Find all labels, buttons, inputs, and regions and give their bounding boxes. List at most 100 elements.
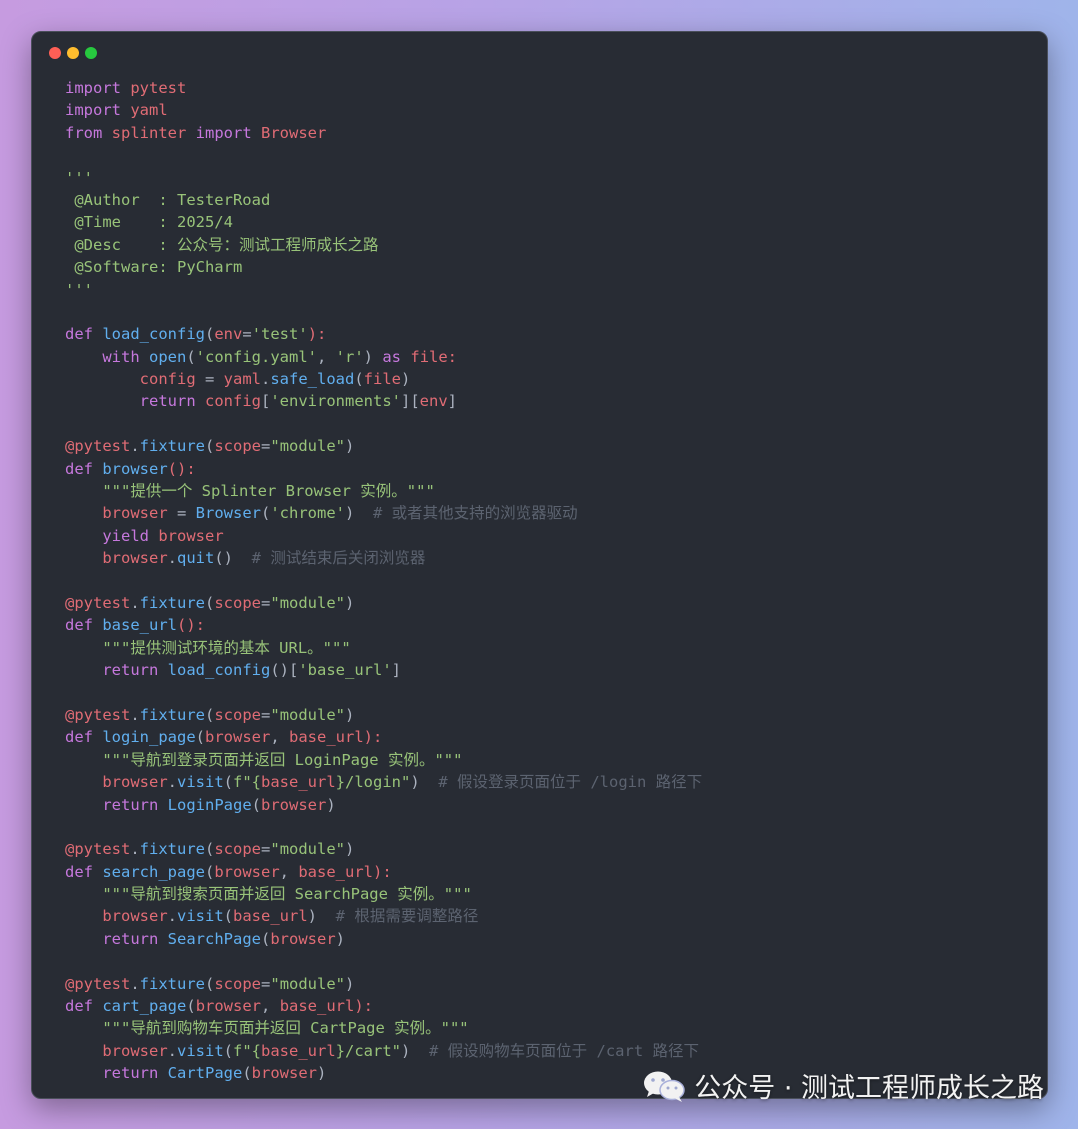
code-token: f"{ (233, 1041, 262, 1060)
code-line: @pytest.fixture(scope="module") (65, 592, 1037, 614)
code-token: , (261, 997, 280, 1016)
code-token: . (167, 1041, 177, 1060)
code-line: @Software: PyCharm (65, 256, 1037, 278)
code-line: @Time : 2025/4 (65, 211, 1037, 233)
code-token: return (102, 661, 159, 680)
code-token: base_url (279, 997, 355, 1016)
code-token: browser (102, 907, 168, 926)
code-token: ) (307, 907, 336, 926)
code-token: base_url (233, 907, 308, 926)
code-token: @pytest (65, 974, 131, 993)
code-token: scope (214, 437, 262, 456)
code-token: base_url (289, 728, 364, 747)
code-token: ( (186, 997, 196, 1016)
code-line: def login_page(browser, base_url): (65, 726, 1037, 748)
code-token: scope (214, 593, 262, 612)
code-token: fixture (139, 840, 205, 859)
code-token: @Author : TesterRoad (65, 190, 271, 209)
code-token: pytest (130, 79, 187, 97)
code-token: # 假设购物车页面位于 /cart 路径下 (429, 1041, 699, 1060)
code-token: = (261, 705, 271, 724)
code-token: ] (391, 661, 401, 680)
code-line: browser = Browser('chrome') # 或者其他支持的浏览器… (65, 502, 1037, 524)
code-line: def base_url(): (65, 614, 1037, 636)
code-token: base_url (261, 773, 336, 792)
code-token: "module" (270, 840, 346, 859)
code-line: config = yaml.safe_load(file) (65, 368, 1037, 390)
code-token: }/login" (335, 773, 411, 792)
code-line: return LoginPage(browser) (65, 794, 1037, 816)
code-token: 'chrome' (270, 504, 345, 523)
code-token: = (167, 504, 196, 523)
code-line: from splinter import Browser (65, 122, 1037, 144)
code-token: return (102, 929, 159, 948)
code-token: ( (242, 1064, 252, 1083)
code-token: return (102, 795, 159, 814)
code-token: . (167, 773, 177, 792)
code-token: 'test' (251, 325, 308, 344)
code-line: def browser(): (65, 458, 1037, 480)
code-token: fixture (139, 437, 205, 456)
code-token: ( (223, 907, 234, 926)
code-token: search_page (102, 862, 205, 881)
code-token: browser (102, 504, 168, 523)
code-token: yield (102, 526, 149, 545)
code-token: def (65, 325, 93, 344)
code-line: browser.quit() # 测试结束后关闭浏览器 (65, 547, 1037, 569)
code-token: @Time : 2025/4 (65, 213, 233, 232)
code-token: quit (177, 549, 215, 568)
code-token: , (317, 347, 336, 366)
code-line: @pytest.fixture(scope="module") (65, 435, 1037, 457)
zoom-button[interactable] (85, 47, 97, 59)
code-token: ) (345, 974, 355, 993)
code-token: Browser (195, 504, 261, 523)
code-line: @pytest.fixture(scope="module") (65, 704, 1037, 726)
close-button[interactable] (49, 47, 61, 59)
code-token: @pytest (65, 593, 131, 612)
code-token: ( (205, 325, 215, 344)
code-line: def load_config(env='test'): (65, 323, 1037, 345)
code-token: . (130, 593, 140, 612)
code-token: return (139, 392, 196, 411)
code-token: visit (177, 773, 224, 792)
code-token: ( (205, 840, 215, 859)
code-line: yield browser (65, 525, 1037, 547)
code-line: return SearchPage(browser) (65, 928, 1037, 950)
code-token: [ (261, 392, 271, 411)
code-token: import (195, 123, 252, 142)
code-token: . (130, 974, 140, 993)
code-token: """提供测试环境的基本 URL。""" (102, 638, 351, 657)
code-token: file (363, 370, 401, 389)
window-controls (49, 47, 97, 59)
minimize-button[interactable] (67, 47, 79, 59)
code-token: browser (261, 795, 327, 814)
code-token: config (205, 392, 261, 411)
code-token: browser (102, 773, 168, 792)
code-line: import pytest (65, 77, 1037, 99)
code-token: login_page (102, 728, 196, 747)
code-token: def (65, 728, 93, 747)
wechat-icon (642, 1069, 686, 1103)
code-token: @pytest (65, 840, 131, 859)
code-token: . (130, 437, 140, 456)
